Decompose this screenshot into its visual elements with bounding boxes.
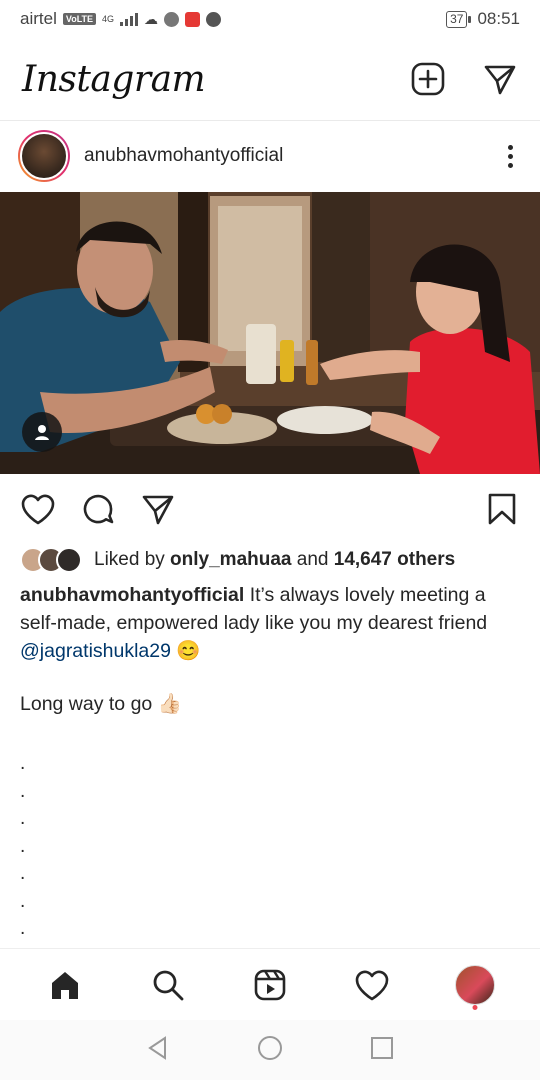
reels-icon[interactable] [245,960,295,1010]
post-photo-illustration [0,192,540,474]
liked-by-username[interactable]: only_mahuaa [170,549,291,571]
phone-icon [206,11,222,27]
post-actions [0,486,540,532]
post-header: anubhavmohantyofficial [0,121,540,191]
carrier-label: airtel [20,9,57,28]
activity-icon[interactable] [347,960,397,1010]
post-image[interactable] [0,192,540,474]
like-icon[interactable] [20,491,56,527]
status-bar: airtel VoLTE 4G ☁ 37 08:51 [0,0,540,38]
direct-message-icon[interactable] [482,61,518,97]
likes-prefix: Liked by [94,549,171,570]
likes-count[interactable]: 14,647 others [334,549,455,571]
more-options-icon[interactable] [498,144,522,168]
likes-summary[interactable]: Liked by only_mahuaa and 14,647 others [20,543,455,577]
likes-connector: and [291,549,334,570]
app-notification-icon [185,11,201,27]
comment-icon[interactable] [80,491,116,527]
instagram-logo[interactable]: Instagram [22,59,206,100]
post-author-avatar[interactable] [18,130,70,182]
profile-tab[interactable] [450,960,500,1010]
profile-avatar[interactable] [454,964,495,1005]
share-icon[interactable] [140,491,176,527]
system-nav-bar [0,1020,540,1080]
liker-avatar [56,547,82,573]
volte-badge: VoLTE [62,13,97,25]
post-username[interactable]: anubhavmohantyofficial [84,145,283,167]
new-post-icon[interactable] [410,61,446,97]
home-circle-icon[interactable] [257,1035,283,1066]
app-header: Instagram [0,38,540,120]
caption-line-2: Long way to go 👍🏻 [20,693,182,715]
liker-avatars [20,547,82,573]
tagged-users-icon[interactable] [22,412,62,452]
bottom-nav [0,948,540,1020]
cloud-icon: ☁ [144,10,159,27]
post-caption: anubhavmohantyofficial It’s always lovel… [20,581,520,665]
signal-icon [120,12,139,26]
recents-icon[interactable] [369,1035,395,1066]
home-icon[interactable] [40,960,90,1010]
save-icon[interactable] [484,491,520,527]
clock: 08:51 [477,9,520,28]
back-icon[interactable] [145,1035,171,1066]
network-type: 4G [102,14,115,24]
caption-username[interactable]: anubhavmohantyofficial [20,584,244,606]
battery-level: 37 [446,10,468,28]
battery-icon: 37 [446,10,472,28]
chrome-icon [164,11,180,27]
caption-emoji: 😊 [170,640,201,662]
caption-dots: . . . . . . . [20,753,26,939]
notification-dot [472,1004,478,1010]
search-icon[interactable] [143,960,193,1010]
caption-mention[interactable]: @jagratishukla29 [20,640,171,662]
